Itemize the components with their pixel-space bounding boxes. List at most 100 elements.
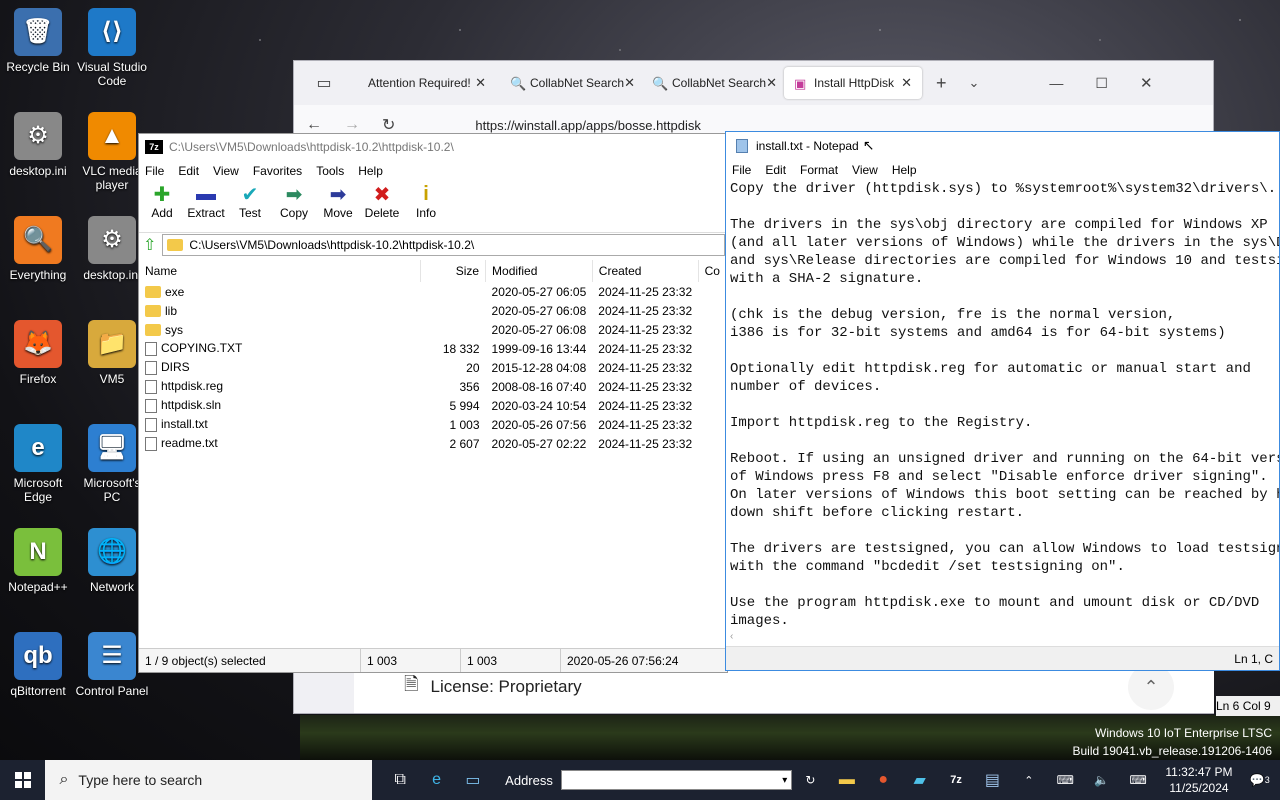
desktop-icon-microsoft-edge[interactable]: e Microsoft Edge [0, 424, 76, 504]
table-row[interactable]: lib 2020-05-27 06:08 2024-11-25 23:32 [139, 301, 727, 320]
desktop-icon-firefox[interactable]: 🦊 Firefox [0, 320, 76, 386]
table-row[interactable]: DIRS 20 2015-12-28 04:08 2024-11-25 23:32 [139, 358, 727, 377]
volume-icon[interactable]: 🔈 [1088, 765, 1116, 795]
column-created[interactable]: Created [592, 260, 699, 282]
copy-button[interactable]: ➡ Copy [275, 182, 313, 221]
desktop-icon-recycle-bin[interactable]: 🗑 Recycle Bin [0, 8, 76, 74]
firefox-icon[interactable]: ● [869, 765, 897, 795]
file-explorer-icon[interactable]: ▬ [833, 765, 861, 795]
close-window-button[interactable]: ✕ [1140, 74, 1153, 92]
test-button[interactable]: ✔ Test [231, 182, 269, 221]
file-list: Name Size Modified Created Co exe 2020-05… [139, 260, 728, 453]
desktop-icon-notepad-[interactable]: N Notepad++ [0, 528, 76, 594]
notification-icon[interactable]: 💬 3 [1246, 765, 1274, 795]
table-row[interactable]: exe 2020-05-27 06:05 2024-11-25 23:32 [139, 282, 727, 301]
menu-edit[interactable]: Edit [765, 163, 786, 177]
menu-view[interactable]: View [852, 163, 878, 177]
notepad-taskbar-icon[interactable]: ▤ [978, 765, 1006, 795]
file-name-cell: COPYING.TXT [139, 339, 421, 358]
notepad-text-area[interactable]: Copy the driver (httpdisk.sys) to %syste… [730, 180, 1279, 630]
file-name: install.txt [161, 417, 208, 432]
close-icon[interactable]: ✕ [624, 75, 635, 91]
delete-button[interactable]: ✖ Delete [363, 182, 401, 221]
minimize-button[interactable]: — [1049, 75, 1063, 91]
tab-1[interactable]: Attention Required! ✕ [358, 67, 496, 99]
search-placeholder: Type here to search [78, 772, 203, 788]
start-button[interactable] [0, 760, 45, 800]
url-bar[interactable]: https://winstall.app/apps/bosse.httpdisk [475, 118, 700, 133]
keyboard-icon[interactable]: ⌨ [1124, 765, 1152, 795]
forward-arrow-icon[interactable]: → [344, 116, 360, 134]
maximize-button[interactable]: ☐ [1095, 75, 1108, 92]
table-row[interactable]: httpdisk.sln 5 994 2020-03-24 10:54 2024-11… [139, 396, 727, 415]
table-row[interactable]: httpdisk.reg 356 2008-08-16 07:40 2024-11-2… [139, 377, 727, 396]
desktop-app-icon: qb [14, 632, 62, 680]
monitor-icon[interactable]: ▭ [459, 765, 487, 795]
tab-4[interactable]: ▣ Install HttpDisk ✕ [784, 67, 922, 99]
menu-file[interactable]: File [145, 164, 164, 178]
desktop-icon-everything[interactable]: 🔍 Everything [0, 216, 76, 282]
menu-tools[interactable]: Tools [316, 164, 344, 178]
7zip-taskbar-icon[interactable]: 7z [942, 765, 970, 795]
taskbar-search[interactable]: ⌕ Type here to search [45, 760, 372, 800]
taskbar-clock[interactable]: 11:32:47 PM 11/25/2024 [1156, 764, 1241, 796]
close-icon[interactable]: ✕ [766, 75, 777, 91]
close-icon[interactable]: ✕ [475, 75, 486, 91]
desktop-icon-visual-studio-code[interactable]: ⟨⟩ Visual Studio Code [74, 8, 150, 88]
menu-help[interactable]: Help [358, 164, 383, 178]
7zip-path-input[interactable]: C:\Users\VM5\Downloads\httpdisk-10.2\htt… [162, 233, 725, 256]
back-arrow-icon[interactable]: ← [306, 116, 322, 134]
info-button[interactable]: i Info [407, 182, 445, 221]
edge-icon[interactable]: e [422, 765, 450, 795]
file-size: 20 [466, 360, 480, 375]
close-icon[interactable]: ✕ [901, 75, 912, 91]
page-icon: ▣ [794, 76, 807, 91]
add-button[interactable]: ✚ Add [143, 182, 181, 221]
chevron-down-icon[interactable]: ⌄ [969, 75, 980, 91]
extract-button[interactable]: ▬ Extract [187, 182, 225, 221]
column-comment[interactable]: Co [698, 260, 728, 282]
clock-time: 11:32:47 PM [1165, 765, 1233, 779]
tab-overview-icon[interactable]: ▭ [294, 73, 354, 93]
tray-chevron-up-icon[interactable]: ⌃ [1015, 765, 1043, 795]
taskbar-address-input[interactable]: ▾ [560, 770, 793, 790]
go-arrow-icon[interactable]: ↻ [796, 765, 824, 795]
browser-tabbar: ▭ Attention Required! ✕ 🔍 CollabNet Search… [294, 61, 1213, 105]
file-size: 1 003 [449, 417, 480, 432]
menu-favorites[interactable]: Favorites [253, 164, 302, 178]
desktop-app-icon: 🌐 [88, 528, 136, 576]
menu-view[interactable]: View [213, 164, 239, 178]
network-icon[interactable]: ⌨ [1051, 765, 1079, 795]
table-row[interactable]: COPYING.TXT 18 332 1999-09-16 13:44 2024-11… [139, 339, 727, 358]
file-size [421, 301, 486, 320]
file-modified: 2020-03-24 10:54 [491, 398, 587, 413]
toolbar-label: Extract [187, 206, 225, 220]
desktop-icon-qbittorrent[interactable]: qb qBittorrent [0, 632, 76, 698]
terminal-icon[interactable]: ▰ [905, 765, 933, 795]
move-button[interactable]: ➡ Move [319, 182, 357, 221]
chevron-down-icon[interactable]: ▾ [782, 775, 787, 786]
desktop-icon-label: qBittorrent [10, 684, 66, 698]
menu-help[interactable]: Help [892, 163, 917, 177]
desktop-icon-label: desktop.ini [9, 164, 67, 178]
tab-3[interactable]: 🔍 CollabNet Search ✕ [642, 67, 780, 99]
table-row[interactable]: install.txt 1 003 2020-05-26 07:56 2024-11-… [139, 415, 727, 434]
desktop-icon-desktop-ini[interactable]: ⚙ desktop.ini [0, 112, 76, 178]
tab-2[interactable]: 🔍 CollabNet Search ✕ [500, 67, 638, 99]
menu-edit[interactable]: Edit [178, 164, 199, 178]
task-view-icon[interactable]: ⧉ [386, 765, 414, 795]
scroll-left-arrow[interactable]: ‹ [730, 631, 733, 642]
column-name[interactable]: Name [139, 260, 422, 282]
column-modified[interactable]: Modified [485, 260, 593, 282]
menu-format[interactable]: Format [800, 163, 838, 177]
notepad-window[interactable]: install.txt - Notepad ↖ File Edit Format Vi… [725, 131, 1280, 671]
7zip-window[interactable]: 7z C:\Users\VM5\Downloads\httpdisk-10.2\… [138, 133, 728, 673]
table-row[interactable]: sys 2020-05-27 06:08 2024-11-25 23:32 [139, 320, 727, 339]
table-row[interactable]: readme.txt 2 607 2020-05-27 02:22 2024-11-2… [139, 434, 727, 453]
column-size[interactable]: Size [420, 260, 487, 282]
new-tab-button[interactable]: + [936, 73, 947, 94]
up-folder-icon[interactable]: ⇧ [143, 235, 156, 255]
reload-icon[interactable]: ↻ [382, 115, 395, 135]
menu-file[interactable]: File [732, 163, 751, 177]
file-icon [145, 360, 157, 375]
